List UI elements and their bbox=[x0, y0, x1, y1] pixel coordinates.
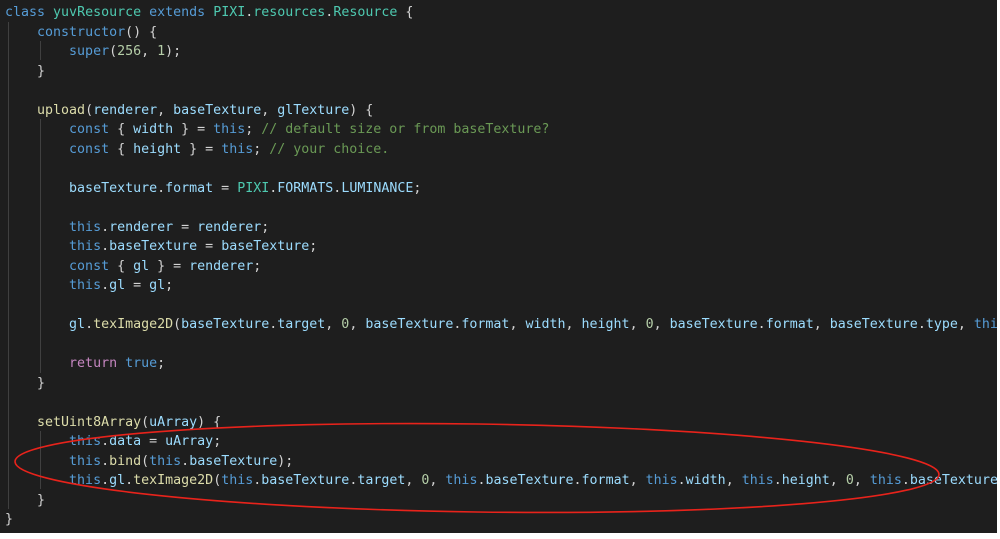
screenshot: class yuvResource extends PIXI.resources… bbox=[0, 0, 1000, 539]
highlight-ellipse bbox=[14, 422, 940, 514]
red-ellipse-annotation bbox=[14, 422, 940, 514]
